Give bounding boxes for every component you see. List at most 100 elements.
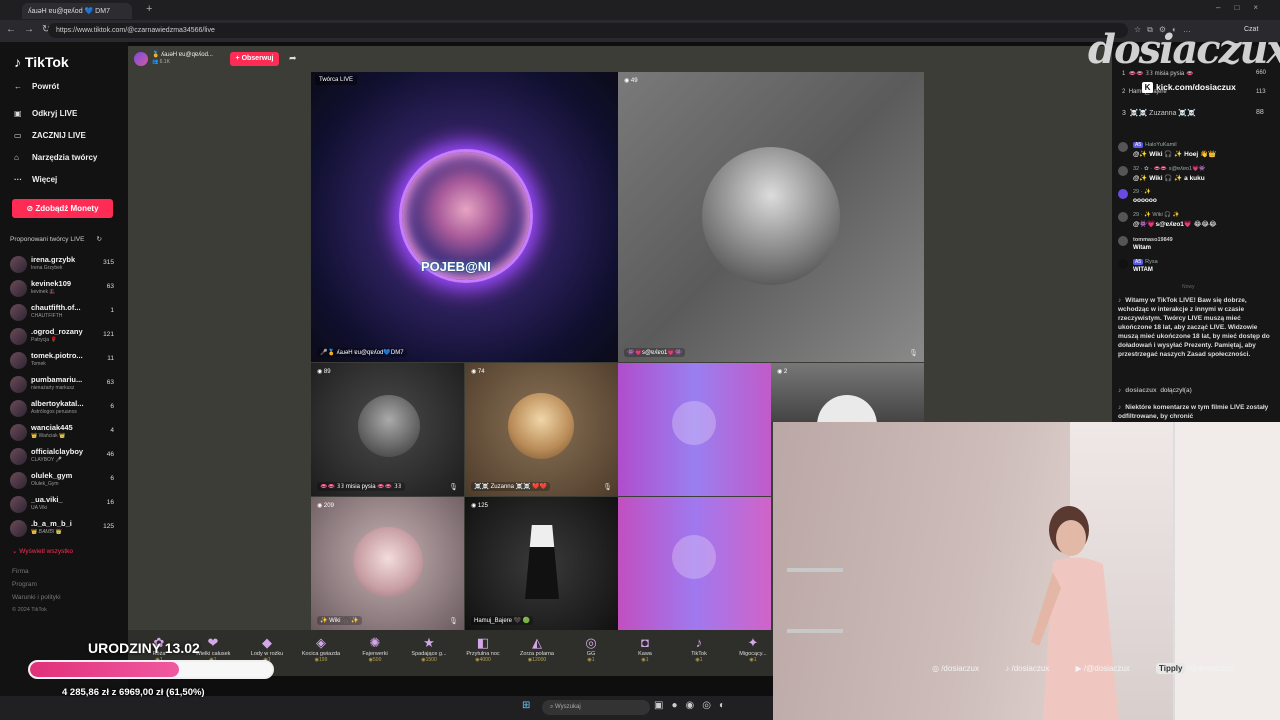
new-tab-button[interactable]: + [146, 3, 152, 15]
coin-icon: ⊘ [26, 204, 34, 213]
suggested-creator[interactable]: wanciak445 👑 Wańciak 👑 4 [10, 422, 118, 444]
nav-more[interactable]: ··· Więcej [14, 175, 57, 184]
avatar [10, 520, 27, 537]
suggested-creator[interactable]: pumbamariu... nienażarty markusz 63 [10, 374, 118, 396]
avatar [1118, 212, 1128, 222]
nav-creator-tools[interactable]: ⌂ Narzędzia twórcy [14, 153, 97, 162]
refresh-icon[interactable]: ↻ [96, 236, 101, 243]
viewer-count: 6 [110, 475, 114, 482]
suggested-creator[interactable]: .ogrod_rozany Patrycja 🌹 121 [10, 326, 118, 348]
gift-item[interactable]: ◎ GG ◉1 [564, 635, 618, 663]
gift-item[interactable]: ◧ Przytulna noc ◉4000 [456, 635, 510, 663]
gift-icon: ♪ [695, 635, 703, 650]
tiktok-note-icon: ♪ [14, 54, 21, 70]
tiktok-sidebar: ♪ TikTok ← Powrót ▣ Odkryj LIVE ▭ ZACZNIJ L… [0, 42, 128, 720]
get-coins-button[interactable]: ⊘ Zdobądź Monety [12, 199, 113, 218]
youtube-handle: ▶ /@dosiaczux [1075, 664, 1130, 673]
goal-amount: 4 285,86 zł z 6969,00 zł (61,50%) [62, 687, 205, 698]
gift-icon: ✦ [747, 635, 759, 650]
creator-name: albertoykatal... [31, 399, 84, 408]
follow-button[interactable]: + Obserwuj [230, 52, 279, 66]
avatar [10, 280, 27, 297]
suggested-creator[interactable]: officialclayboy CLAYBOY 🎤 46 [10, 446, 118, 468]
suggested-creator[interactable]: irena.grzybk Irena Grzybek 315 [10, 254, 118, 276]
new-messages-divider: Nowy [1182, 284, 1195, 290]
guest-video-tile[interactable]: ◉ 125 Hamuj_Bajere 🖤 🟢 [465, 497, 618, 630]
tiktok-handle: ♪ /dosiaczux [1005, 664, 1050, 673]
creator-subtitle: Patrycja 🌹 [31, 337, 57, 343]
viewer-count: ◉ 209 [317, 503, 334, 509]
guest-video-tile[interactable]: ◉ 89 👄👄 𝟛𝟛 misia pysia 👄👄 𝟛𝟛 🎙 [311, 363, 464, 496]
filter-notice: ♪ Niektóre komentarze w tym filmie LIVE z… [1118, 404, 1269, 420]
window-controls[interactable]: –□× [1216, 3, 1272, 12]
gift-item[interactable]: ✦ Migocący... ◉1 [726, 635, 780, 663]
avatar [10, 328, 27, 345]
nav-back[interactable]: ← Powrót [14, 82, 59, 91]
gift-item[interactable]: ◭ Zorza polarna ◉12000 [510, 635, 564, 663]
windows-taskbar: ⊞ ⌕ Wyszukaj ▣●◉◎◐ [0, 696, 773, 720]
empty-seat-tile[interactable] [618, 497, 771, 630]
guest-video-tile[interactable]: ◉ 2 [771, 363, 924, 422]
creator-name: chautfifth.of... [31, 303, 81, 312]
browser-tab-bar: ʎaɹəH ɐu@qɐʎod 💙 DM7 + –□× [0, 0, 1280, 20]
avatar [1118, 142, 1128, 152]
tools-icon: ⌂ [14, 153, 19, 162]
avatar [10, 448, 27, 465]
kick-icon: K [1142, 82, 1153, 93]
share-icon[interactable]: ➦ [289, 53, 297, 64]
avatar [10, 400, 27, 417]
gift-item[interactable]: ◘ Kawa ◉1 [618, 635, 672, 663]
suggested-creator[interactable]: _ua.viki_ UA Viki 16 [10, 494, 118, 516]
start-button[interactable]: ⊞ [522, 700, 536, 711]
footer-program[interactable]: Program [12, 581, 37, 588]
suggested-creator[interactable]: tomek.piotro... Tomek 11 [10, 350, 118, 372]
tiktok-logo[interactable]: ♪ TikTok [14, 54, 69, 70]
host-video-tile[interactable]: Twórca LIVE POJEB@NI 🎤🏅 ʎaɹəH ɐu@qɐʎod💙D… [311, 72, 618, 362]
guest-video-tile-large[interactable]: ◉ 49 👾💗s@ɐʎɐo1💗👾 🎙 [618, 72, 924, 362]
host-avatar[interactable] [134, 52, 148, 66]
webcam-feed [773, 422, 1280, 720]
gift-price: ◉199 [314, 657, 328, 663]
tiktok-note-icon: ♪ [1118, 297, 1122, 304]
taskbar-search[interactable]: ⌕ Wyszukaj [542, 700, 650, 715]
muted-mic-icon: 🎙 [603, 484, 612, 491]
browser-tab[interactable]: ʎaɹəH ɐu@qɐʎod 💙 DM7 [22, 3, 132, 19]
gift-item[interactable]: ★ Spadające g... ◉1500 [402, 635, 456, 663]
suggested-creator[interactable]: olulek_gym Olulek_Gym 6 [10, 470, 118, 492]
creator-name: kevinek109 [31, 279, 72, 288]
creator-name: olulek_gym [31, 471, 73, 480]
viewer-count: 315 [103, 259, 114, 266]
footer-company[interactable]: Firma [12, 568, 29, 575]
avatar [1118, 166, 1128, 176]
gift-item[interactable]: ♪ TikTok ◉1 [672, 635, 726, 663]
gift-price: ◉4000 [475, 657, 491, 663]
nav-discover-live[interactable]: ▣ Odkryj LIVE [14, 109, 77, 118]
host-name[interactable]: 🏅 ʎaɹəH ɐu@qɐʎod... [152, 51, 213, 58]
gift-price: ◉1 [587, 657, 595, 663]
tiktok-note-icon: ♪ [1118, 387, 1122, 394]
creator-name: tomek.piotro... [31, 351, 83, 360]
suggested-creator[interactable]: chautfifth.of... CHAUTFIFTH 1 [10, 302, 118, 324]
viewer-count: 63 [106, 379, 114, 386]
empty-seat-tile[interactable] [618, 363, 771, 496]
viewer-count: ◉ 74 [471, 369, 485, 375]
suggested-creator[interactable]: .b_a_m_b_i 👑 𝐵𝐴𝑀𝐵𝐼 👑 125 [10, 518, 118, 540]
nav-start-live[interactable]: ▭ ZACZNIJ LIVE [14, 131, 86, 140]
viewer-count: 1 [110, 307, 114, 314]
guest-video-tile[interactable]: ◉ 209 ✨ Wiki 🎧 ✨ 🎙 [311, 497, 464, 630]
gift-item[interactable]: ✺ Fajerwerki ◉500 [348, 635, 402, 663]
url-field[interactable]: https://www.tiktok.com/@czarnawiedzma345… [48, 23, 1128, 38]
viewer-count: 125 [103, 523, 114, 530]
suggested-creator[interactable]: albertoykatal... Astrólogos peruanos 6 [10, 398, 118, 420]
tiktok-note-icon: ♪ [1118, 404, 1122, 411]
viewer-count: 4 [110, 427, 114, 434]
taskbar-apps[interactable]: ▣●◉◎◐ [654, 700, 733, 711]
suggested-creator[interactable]: kevinek109 kevinek 🎩 63 [10, 278, 118, 300]
footer-terms[interactable]: Warunki i polityki [12, 594, 61, 601]
top-viewer-row[interactable]: 3 ☠️☠️ Zuzanna ☠️☠️ 88 [1122, 109, 1264, 117]
gift-item[interactable]: ◈ Kocica gwiazda ◉199 [294, 635, 348, 663]
creator-live-badge: Twórca LIVE [315, 75, 358, 85]
show-all-link[interactable]: ⌄ Wyświetl wszystko [12, 547, 73, 555]
gift-item[interactable]: ◆ Lody w rożku ◉1 [240, 635, 294, 663]
guest-video-tile[interactable]: ◉ 74 ☠️☠️ Zuzanna ☠️☠️ ❤️❤️ 🎙 [465, 363, 618, 496]
